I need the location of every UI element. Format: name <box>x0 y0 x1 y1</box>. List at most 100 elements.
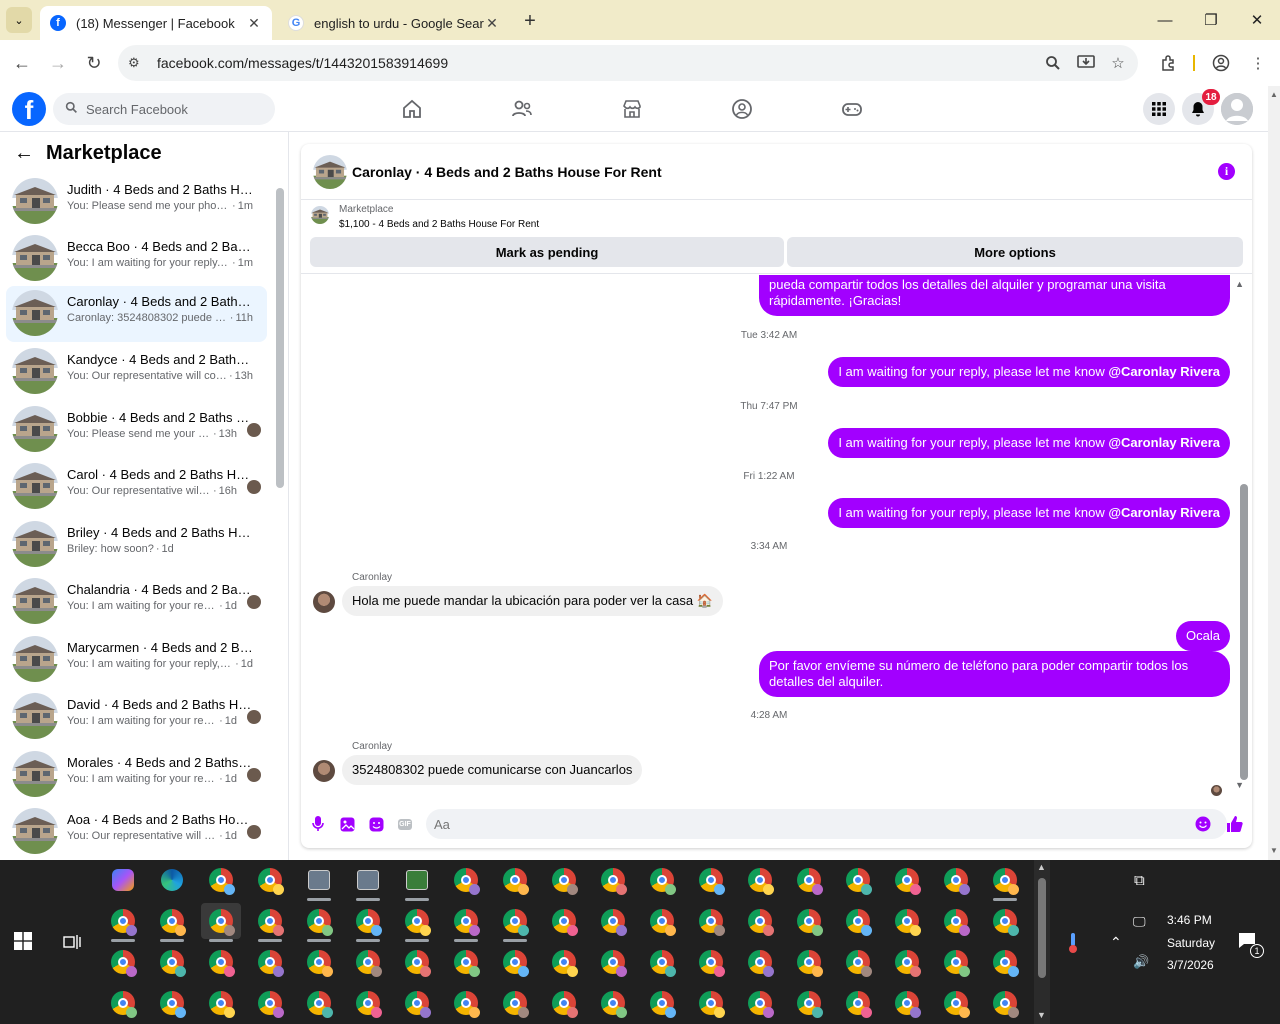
chrome-profile-app-icon[interactable] <box>201 862 241 898</box>
site-info-icon[interactable]: ⚙ <box>128 55 140 71</box>
conversation-item[interactable]: Chalandria · 4 Beds and 2 Baths House Fo… <box>6 574 267 630</box>
chrome-profile-app-icon[interactable] <box>201 903 241 942</box>
facebook-search-input[interactable]: Search Facebook <box>53 93 275 125</box>
page-scrollbar[interactable]: ▲ ▼ <box>1268 86 1280 860</box>
minimize-button[interactable]: — <box>1142 0 1188 40</box>
chrome-profile-app-icon[interactable] <box>985 985 1025 1021</box>
chrome-profile-app-icon[interactable] <box>642 862 682 898</box>
conversation-item[interactable]: Morales · 4 Beds and 2 Baths House For R… <box>6 747 267 803</box>
gif-icon[interactable]: GIF <box>396 815 414 833</box>
mark-as-pending-button[interactable]: Mark as pending <box>310 237 784 267</box>
chrome-profile-app-icon[interactable] <box>936 903 976 939</box>
chrome-profile-app-icon[interactable] <box>936 862 976 898</box>
outgoing-message[interactable]: I am waiting for your reply, please let … <box>828 498 1230 528</box>
desktop-app-icon[interactable] <box>397 862 437 901</box>
chrome-profile-app-icon[interactable] <box>152 985 192 1021</box>
chrome-profile-app-icon[interactable] <box>348 985 388 1021</box>
chrome-menu-icon[interactable]: ⋮ <box>1246 51 1270 75</box>
listing-avatar[interactable] <box>313 155 347 189</box>
chrome-profile-app-icon[interactable] <box>691 985 731 1021</box>
chrome-profile-app-icon[interactable] <box>201 985 241 1021</box>
back-icon[interactable]: ← <box>8 49 36 77</box>
chrome-profile-app-icon[interactable] <box>544 985 584 1021</box>
thread-scrollbar[interactable] <box>1240 484 1248 780</box>
scroll-down-arrow-icon[interactable]: ▼ <box>1235 780 1244 790</box>
profile-icon[interactable] <box>1209 51 1233 75</box>
chrome-profile-app-icon[interactable] <box>936 985 976 1021</box>
chrome-profile-app-icon[interactable] <box>642 903 682 939</box>
sender-avatar[interactable] <box>313 760 335 782</box>
chrome-profile-app-icon[interactable] <box>250 862 290 898</box>
chrome-profile-app-icon[interactable] <box>838 944 878 980</box>
chrome-profile-app-icon[interactable] <box>593 862 633 898</box>
chrome-profile-app-icon[interactable] <box>495 862 535 898</box>
sender-avatar[interactable] <box>313 591 335 613</box>
sticker-icon[interactable] <box>367 815 385 833</box>
chrome-profile-app-icon[interactable] <box>544 862 584 898</box>
chrome-profile-app-icon[interactable] <box>299 985 339 1021</box>
chrome-profile-app-icon[interactable] <box>789 862 829 898</box>
chrome-profile-app-icon[interactable] <box>691 903 731 939</box>
chrome-profile-app-icon[interactable] <box>152 903 192 942</box>
chrome-profile-app-icon[interactable] <box>887 944 927 980</box>
outgoing-message[interactable]: I am waiting for your reply, please let … <box>828 357 1230 387</box>
groups-icon[interactable] <box>729 96 755 122</box>
zoom-icon[interactable] <box>1041 51 1065 75</box>
chrome-profile-app-icon[interactable] <box>250 985 290 1021</box>
forward-icon[interactable]: → <box>44 49 72 77</box>
conversation-item[interactable]: Caronlay · 4 Beds and 2 Baths House For … <box>6 286 267 342</box>
chrome-profile-app-icon[interactable] <box>495 903 535 942</box>
chat-title[interactable]: Caronlay · 4 Beds and 2 Baths House For … <box>352 164 662 180</box>
close-window-button[interactable]: ✕ <box>1234 0 1280 40</box>
chrome-profile-app-icon[interactable] <box>495 944 535 980</box>
chrome-profile-app-icon[interactable] <box>740 862 780 898</box>
outgoing-message[interactable]: Por favor envíeme su número de teléfono … <box>759 651 1230 697</box>
tab-google-search[interactable]: G english to urdu - Google Search ✕ <box>278 6 510 40</box>
chrome-profile-app-icon[interactable] <box>103 985 143 1021</box>
chrome-profile-app-icon[interactable] <box>446 903 486 942</box>
address-bar[interactable]: ⚙ facebook.com/messages/t/14432015839146… <box>118 45 1138 81</box>
chrome-profile-app-icon[interactable] <box>887 903 927 939</box>
marketplace-icon[interactable] <box>619 96 645 122</box>
mention-link[interactable]: @Caronlay Rivera <box>1108 364 1220 379</box>
mention-link[interactable]: @Caronlay Rivera <box>1108 435 1220 450</box>
home-icon[interactable] <box>399 96 425 122</box>
chrome-profile-app-icon[interactable] <box>691 862 731 898</box>
conversation-item[interactable]: Kandyce · 4 Beds and 2 Baths House For R… <box>6 344 267 400</box>
outgoing-message[interactable]: I am waiting for your reply, please let … <box>828 428 1230 458</box>
tab-search-button[interactable]: ⌄ <box>6 7 32 33</box>
copilot-app-icon[interactable] <box>103 862 143 898</box>
desktop-app-icon[interactable] <box>299 862 339 901</box>
emoji-icon[interactable] <box>1194 815 1212 833</box>
chrome-profile-app-icon[interactable] <box>789 944 829 980</box>
chrome-profile-app-icon[interactable] <box>740 903 780 939</box>
chrome-profile-app-icon[interactable] <box>397 985 437 1021</box>
listing-price[interactable]: $1,100 - 4 Beds and 2 Baths House For Re… <box>339 219 539 230</box>
chrome-profile-app-icon[interactable] <box>446 862 486 898</box>
chrome-profile-app-icon[interactable] <box>985 862 1025 901</box>
chrome-profile-app-icon[interactable] <box>936 944 976 980</box>
thermometer-icon[interactable] <box>1066 932 1080 957</box>
chrome-profile-app-icon[interactable] <box>544 903 584 939</box>
chrome-profile-app-icon[interactable] <box>152 944 192 980</box>
chrome-profile-app-icon[interactable] <box>250 903 290 942</box>
conversation-item[interactable]: Carol · 4 Beds and 2 Baths House For Ren… <box>6 459 267 515</box>
chrome-profile-app-icon[interactable] <box>544 944 584 980</box>
chrome-profile-app-icon[interactable] <box>593 944 633 980</box>
chrome-profile-app-icon[interactable] <box>201 944 241 980</box>
scroll-down-arrow-icon[interactable]: ▼ <box>1270 846 1278 855</box>
scroll-up-arrow-icon[interactable]: ▲ <box>1037 862 1046 872</box>
outgoing-message[interactable]: Ocala <box>1176 621 1230 651</box>
chrome-profile-app-icon[interactable] <box>985 944 1025 980</box>
chrome-profile-app-icon[interactable] <box>348 903 388 942</box>
taskbar-scroll-thumb[interactable] <box>1038 878 1046 978</box>
like-thumbs-up-icon[interactable] <box>1226 815 1244 833</box>
friends-icon[interactable] <box>509 96 535 122</box>
incoming-message[interactable]: 3524808302 puede comunicarse con Juancar… <box>342 755 643 785</box>
reload-icon[interactable]: ↻ <box>80 49 108 77</box>
chrome-profile-app-icon[interactable] <box>985 903 1025 939</box>
chrome-profile-app-icon[interactable] <box>593 985 633 1021</box>
back-arrow-icon[interactable]: ← <box>14 142 34 165</box>
chrome-profile-app-icon[interactable] <box>789 985 829 1021</box>
close-tab-icon[interactable]: ✕ <box>246 15 262 32</box>
